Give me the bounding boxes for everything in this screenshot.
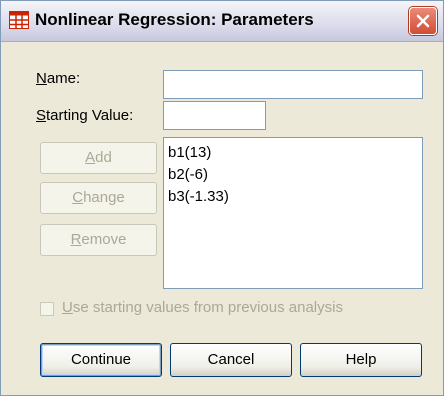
list-item[interactable]: b3(-1.33): [168, 186, 418, 208]
parameters-list[interactable]: b1(13) b2(-6) b3(-1.33): [163, 137, 423, 289]
name-input[interactable]: [163, 70, 423, 99]
continue-button[interactable]: Continue: [40, 343, 162, 377]
starting-value-label: Starting Value:: [36, 107, 134, 124]
list-item[interactable]: b1(13): [168, 142, 418, 164]
table-grid-icon: [9, 11, 29, 29]
close-icon: [416, 14, 430, 28]
help-button[interactable]: Help: [300, 343, 422, 377]
list-item[interactable]: b2(-6): [168, 164, 418, 186]
add-button[interactable]: Add: [40, 142, 157, 174]
dialog-window: Nonlinear Regression: Parameters Name: S…: [0, 0, 444, 396]
remove-button[interactable]: Remove: [40, 224, 157, 256]
use-previous-values-checkbox[interactable]: [40, 302, 54, 316]
close-button[interactable]: [409, 7, 437, 35]
change-button[interactable]: Change: [40, 182, 157, 214]
window-title: Nonlinear Regression: Parameters: [35, 10, 314, 29]
name-label: Name:: [36, 70, 81, 87]
starting-value-input[interactable]: [163, 101, 266, 130]
title-bar[interactable]: Nonlinear Regression: Parameters: [1, 1, 443, 42]
cancel-button[interactable]: Cancel: [170, 343, 292, 377]
use-previous-values-label: Use starting values from previous analys…: [62, 299, 343, 316]
